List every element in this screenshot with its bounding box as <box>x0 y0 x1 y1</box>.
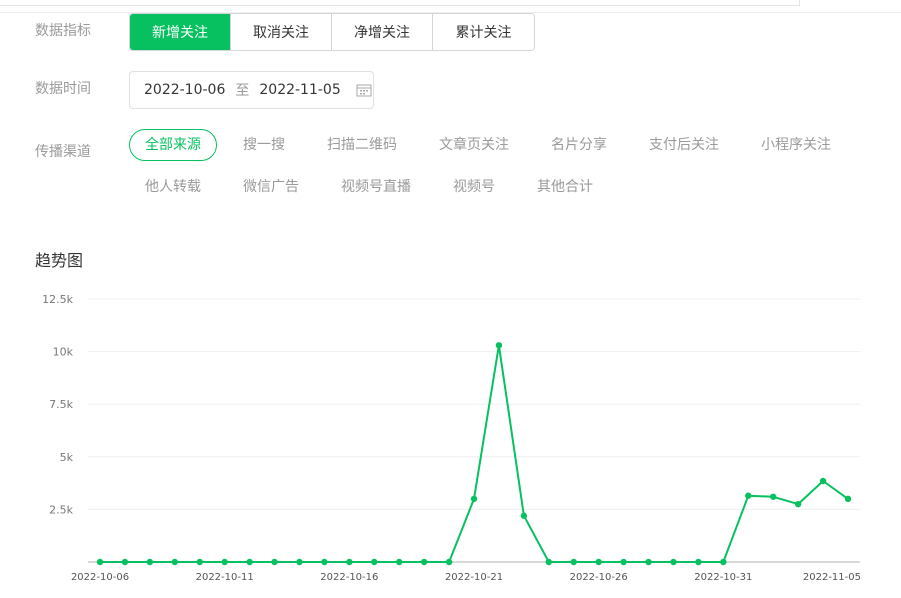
calendar-icon[interactable] <box>356 83 372 97</box>
x-tick-label: 2022-10-21 <box>445 572 503 583</box>
y-tick-label: 7.5k <box>49 398 73 411</box>
data-point[interactable] <box>371 558 378 566</box>
data-point[interactable] <box>670 558 677 566</box>
date-separator: 至 <box>235 83 250 99</box>
data-point[interactable] <box>844 495 852 503</box>
start-date[interactable]: 2022-10-06 <box>144 82 225 98</box>
channel-chip-all[interactable]: 全部来源 <box>129 129 217 161</box>
x-tick-label: 2022-10-26 <box>570 572 628 583</box>
date-range-picker[interactable]: 2022-10-06 至 2022-11-05 <box>129 71 374 109</box>
data-point[interactable] <box>495 342 503 349</box>
data-point[interactable] <box>570 558 577 566</box>
data-point[interactable] <box>246 558 253 566</box>
data-point[interactable] <box>271 558 278 566</box>
top-search-bar-edge <box>0 0 800 6</box>
y-tick-label: 2.5k <box>49 503 73 516</box>
data-point[interactable] <box>470 495 478 503</box>
channel-chip-card-share[interactable]: 名片分享 <box>551 130 607 160</box>
channel-chip-other[interactable]: 其他合计 <box>537 172 593 202</box>
tab-net-follow[interactable]: 净增关注 <box>332 14 433 50</box>
data-point[interactable] <box>545 558 552 566</box>
data-point[interactable] <box>321 558 328 566</box>
channel-chip-after-pay[interactable]: 支付后关注 <box>649 130 719 160</box>
x-tick-label: 2022-10-11 <box>196 572 254 583</box>
x-tick-label: 2022-10-16 <box>320 572 378 583</box>
data-point[interactable] <box>445 558 453 566</box>
metric-tab-group: 新增关注 取消关注 净增关注 累计关注 <box>129 13 535 51</box>
data-point[interactable] <box>96 558 104 566</box>
data-point[interactable] <box>296 558 303 566</box>
data-point[interactable] <box>146 558 154 566</box>
x-tick-label: 2022-11-05 <box>803 572 861 583</box>
channel-chip-repost[interactable]: 他人转载 <box>145 172 201 202</box>
tab-new-follow[interactable]: 新增关注 <box>130 14 231 50</box>
end-date[interactable]: 2022-11-05 <box>259 82 340 98</box>
data-point[interactable] <box>520 512 528 519</box>
tab-unfollow[interactable]: 取消关注 <box>231 14 332 50</box>
trend-title: 趋势图 <box>35 251 84 270</box>
y-tick-label: 5k <box>60 451 74 464</box>
channel-chip-qrcode[interactable]: 扫描二维码 <box>327 130 397 160</box>
tab-total-follow[interactable]: 累计关注 <box>433 14 534 50</box>
data-point[interactable] <box>645 558 652 566</box>
data-point[interactable] <box>420 558 428 566</box>
data-point[interactable] <box>221 558 228 566</box>
channel-label: 传播渠道 <box>35 144 91 160</box>
series-line <box>100 344 849 563</box>
data-point[interactable] <box>770 493 777 500</box>
metric-label: 数据指标 <box>35 23 91 39</box>
channel-chip-miniprogram[interactable]: 小程序关注 <box>761 130 831 160</box>
data-point[interactable] <box>720 558 727 566</box>
data-point[interactable] <box>794 500 802 508</box>
data-point[interactable] <box>171 558 178 566</box>
channel-chip-channels[interactable]: 视频号 <box>453 172 495 202</box>
y-tick-label: 12.5k <box>42 293 73 306</box>
channel-chip-wechat-ads[interactable]: 微信广告 <box>243 172 299 202</box>
data-point[interactable] <box>121 558 129 566</box>
data-point[interactable] <box>595 558 602 566</box>
channel-chip-channels-live[interactable]: 视频号直播 <box>341 172 411 202</box>
channel-chip-article[interactable]: 文章页关注 <box>439 130 509 160</box>
data-point[interactable] <box>695 558 702 566</box>
x-tick-label: 2022-10-31 <box>694 572 752 583</box>
x-tick-label: 2022-10-06 <box>71 572 129 583</box>
data-point[interactable] <box>396 558 403 566</box>
time-label: 数据时间 <box>35 81 91 97</box>
data-point[interactable] <box>196 558 203 566</box>
y-tick-label: 10k <box>53 346 74 359</box>
data-point[interactable] <box>620 558 627 566</box>
data-point[interactable] <box>819 477 827 485</box>
data-point[interactable] <box>745 492 752 499</box>
channel-chip-search[interactable]: 搜一搜 <box>243 130 285 160</box>
data-point[interactable] <box>346 558 353 566</box>
